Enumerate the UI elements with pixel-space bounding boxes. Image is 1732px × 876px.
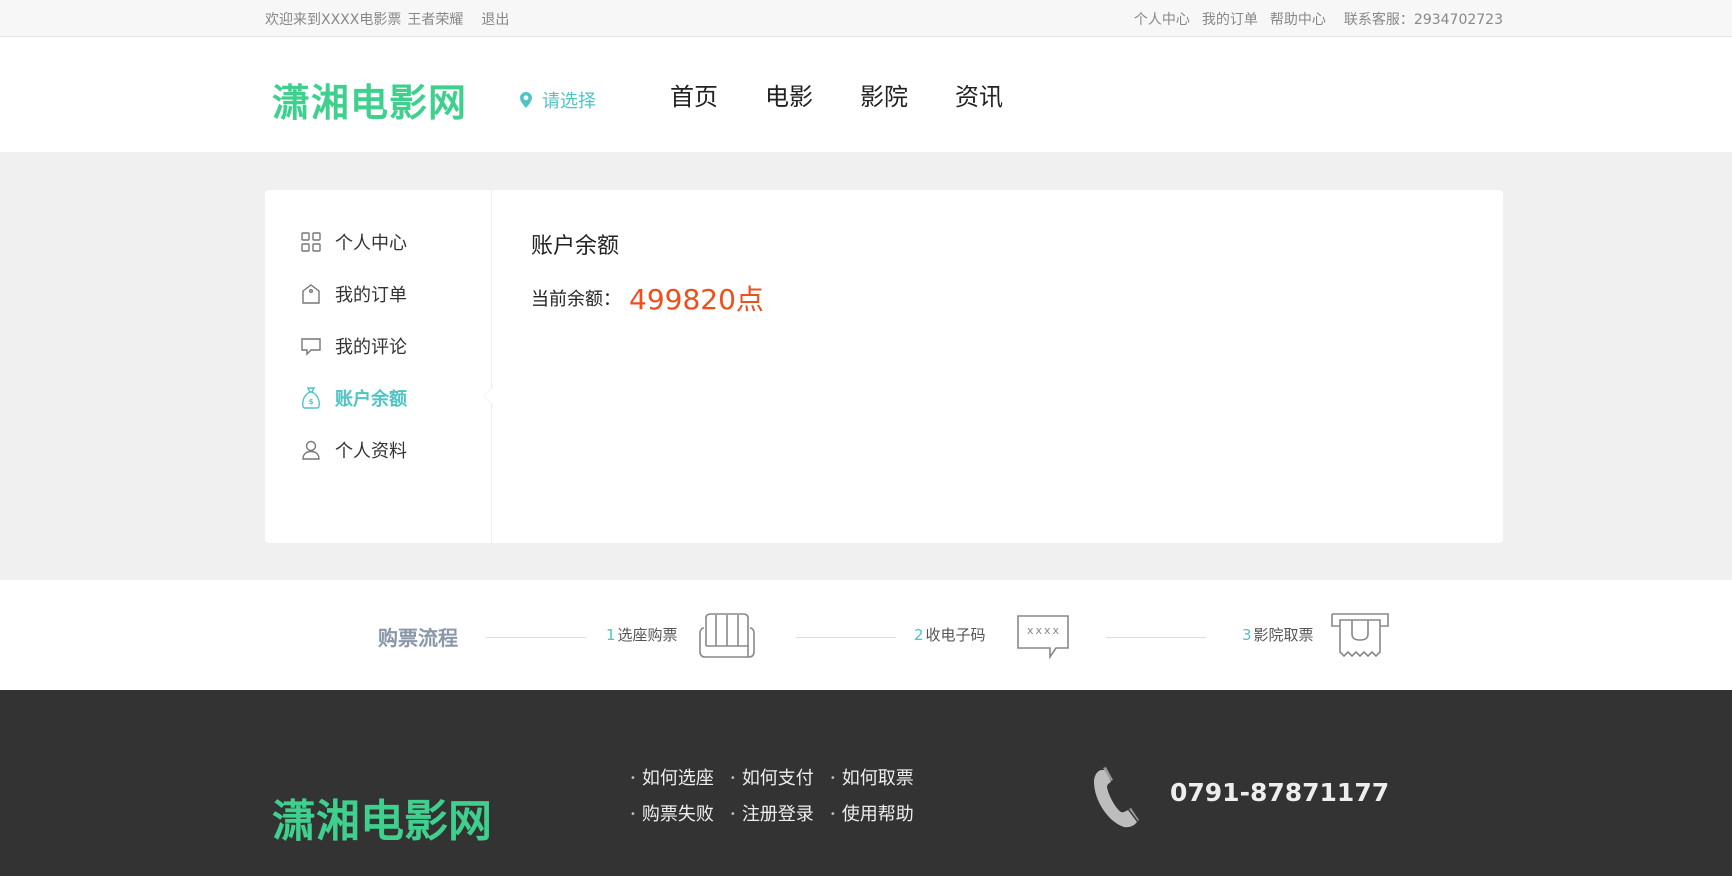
hotline-number: 0791-87871177 (1170, 778, 1390, 807)
city-label: 请选择 (542, 91, 596, 112)
step-label: 影院取票 (1253, 626, 1314, 644)
user-icon (302, 440, 320, 460)
step-label: 选座购票 (617, 626, 678, 644)
sidebar-item-label: 账户余额 (335, 389, 407, 410)
help-links: 如何选座如何支付如何取票 购票失败注册登录使用帮助 (630, 764, 930, 836)
service-contact: 联系客服：2934702723 (1343, 12, 1503, 28)
site-footer: 潇湘电影网 如何选座如何支付如何取票 购票失败注册登录使用帮助 0791-878… (0, 690, 1732, 876)
purchase-process: 购票流程 1 选座购票 2 收电子码 xxxx 3 影院取票 (0, 580, 1732, 690)
sidebar-item-profile[interactable]: 个人中心 (301, 230, 407, 254)
panel-title: 账户余额 (531, 234, 620, 259)
ticket-machine-icon (1331, 613, 1389, 658)
divider (796, 637, 896, 638)
city-selector[interactable]: 请选择 (520, 87, 596, 113)
svg-text:$: $ (309, 398, 314, 406)
help-links-row: 如何选座如何支付如何取票 (630, 764, 930, 800)
link-how-pay[interactable]: 如何支付 (730, 764, 814, 790)
nav-news[interactable]: 资讯 (955, 83, 1003, 111)
sidebar-item-comments[interactable]: 我的评论 (301, 334, 407, 358)
process-title: 购票流程 (378, 626, 458, 650)
balance-label: 当前余额： (531, 289, 621, 310)
divider (1106, 637, 1206, 638)
sidebar: 个人中心 我的订单 我的评论 $ 账户余额 个人资料 (265, 190, 493, 543)
process-step-3: 3 影院取票 (1242, 624, 1314, 645)
location-pin-icon (520, 92, 532, 108)
sidebar-item-label: 我的评论 (335, 337, 407, 358)
seat-icon (699, 613, 755, 658)
step-number: 2 (914, 626, 924, 644)
top-link-profile[interactable]: 个人中心 (1134, 12, 1190, 28)
sidebar-item-balance[interactable]: $ 账户余额 (301, 386, 407, 410)
message-icon-text: xxxx (1027, 624, 1062, 637)
money-bag-icon: $ (302, 387, 320, 409)
help-links-row: 购票失败注册登录使用帮助 (630, 800, 930, 836)
site-logo[interactable]: 潇湘电影网 (272, 72, 467, 127)
active-indicator-arrow (483, 386, 493, 406)
grid-icon (301, 232, 321, 252)
sidebar-item-orders[interactable]: 我的订单 (301, 282, 407, 306)
link-how-choose-seat[interactable]: 如何选座 (630, 764, 714, 790)
balance-row: 当前余额： 499820点 (531, 278, 764, 318)
link-how-pickup[interactable]: 如何取票 (830, 764, 914, 790)
top-bar: 欢迎来到XXXX电影票 王者荣耀 退出 个人中心 我的订单 帮助中心 联系客服：29347… (0, 0, 1732, 37)
nav-home[interactable]: 首页 (670, 83, 718, 111)
step-label: 收电子码 (925, 626, 986, 644)
message-icon (1017, 615, 1069, 660)
sidebar-item-label: 个人资料 (335, 441, 407, 462)
welcome-text: 欢迎来到XXXX电影票 (265, 12, 402, 28)
step-number: 3 (1242, 626, 1252, 644)
tag-icon (302, 284, 320, 304)
top-link-orders[interactable]: 我的订单 (1202, 12, 1258, 28)
link-register-login[interactable]: 注册登录 (730, 800, 814, 826)
link-help[interactable]: 使用帮助 (830, 800, 914, 826)
sidebar-item-label: 个人中心 (335, 233, 407, 254)
main-nav: 首页 电影 影院 资讯 (670, 77, 1050, 112)
divider (486, 637, 586, 638)
nav-cinemas[interactable]: 影院 (860, 83, 908, 111)
sidebar-item-label: 我的订单 (335, 285, 407, 306)
balance-panel: 账户余额 当前余额： 499820点 (531, 228, 764, 318)
username-link[interactable]: 王者荣耀 (407, 12, 463, 28)
logout-link[interactable]: 退出 (481, 12, 509, 28)
site-header: 潇湘电影网 请选择 首页 电影 影院 资讯 (0, 37, 1732, 152)
account-card: 个人中心 我的订单 我的评论 $ 账户余额 个人资料 账户余额 当前余额： 499… (265, 190, 1503, 543)
process-step-2: 2 收电子码 (914, 624, 986, 645)
phone-icon (1094, 767, 1139, 828)
step-number: 1 (606, 626, 616, 644)
welcome-area: 欢迎来到XXXX电影票 王者荣耀 退出 (265, 9, 509, 29)
process-step-1: 1 选座购票 (606, 624, 678, 645)
top-link-help[interactable]: 帮助中心 (1270, 12, 1326, 28)
footer-logo: 潇湘电影网 (272, 796, 492, 847)
sidebar-item-personal-info[interactable]: 个人资料 (301, 438, 407, 462)
top-links: 个人中心 我的订单 帮助中心 联系客服：2934702723 (1122, 9, 1503, 29)
balance-value: 499820点 (629, 283, 764, 316)
nav-movies[interactable]: 电影 (765, 83, 813, 111)
link-purchase-failed[interactable]: 购票失败 (630, 800, 714, 826)
comment-icon (301, 338, 321, 356)
